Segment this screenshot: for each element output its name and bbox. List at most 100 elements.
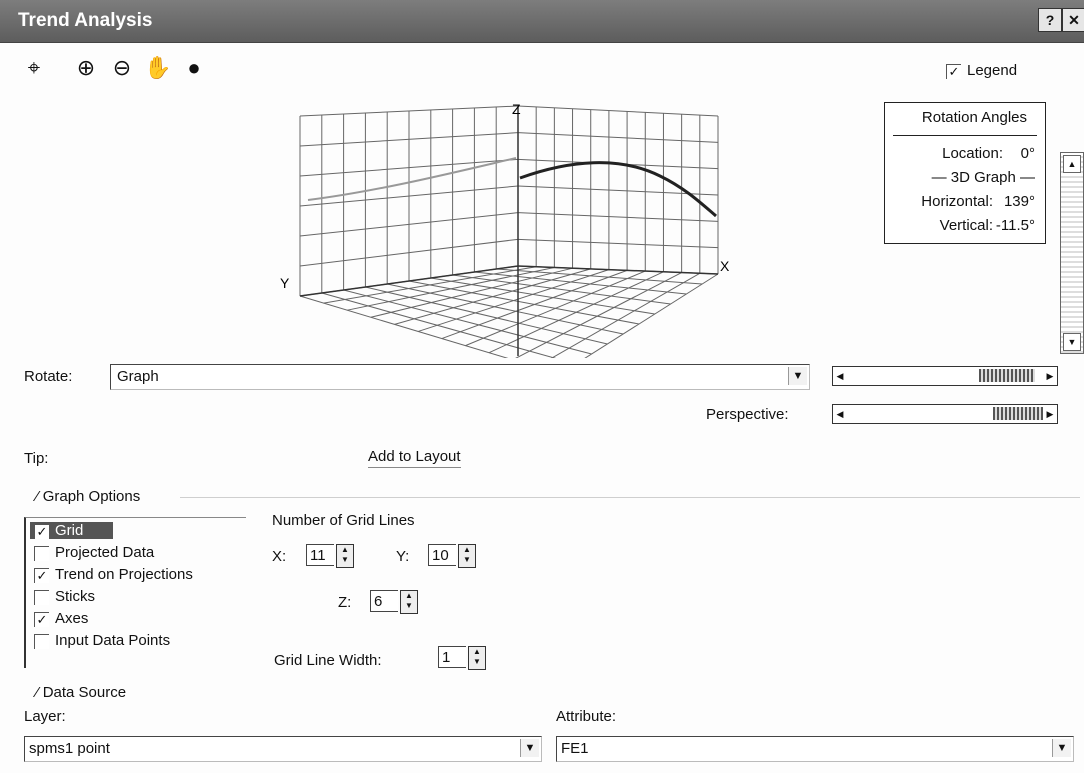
list-item-input-data-points[interactable]: Input Data Points xyxy=(34,632,170,649)
full-extent-globe-icon[interactable]: ● xyxy=(180,54,208,82)
grid-line xyxy=(517,238,719,249)
slider-left-icon[interactable]: ◀ xyxy=(833,405,847,423)
x-grid-value[interactable]: 11 xyxy=(306,544,334,566)
data-source-title: Data Source xyxy=(42,684,127,701)
layer-label: Layer: xyxy=(24,708,66,725)
stepper-arrows-icon[interactable]: ▲ ▼ xyxy=(468,646,486,670)
grid-line xyxy=(550,272,701,358)
stepper-arrows-icon[interactable]: ▲ ▼ xyxy=(458,544,476,568)
z-grid-label: Z: xyxy=(338,594,352,611)
list-item-label: Grid xyxy=(55,522,84,539)
grid-line-width-value[interactable]: 1 xyxy=(438,646,466,668)
collapse-icon: ⁄ xyxy=(36,684,43,701)
rotate-slider[interactable]: ◀ ▶ xyxy=(832,366,1058,386)
attribute-value: FE1 xyxy=(561,740,589,757)
projected-data-checkbox[interactable] xyxy=(34,545,49,561)
grid-line xyxy=(517,105,719,117)
z-grid-value[interactable]: 6 xyxy=(370,590,398,612)
graph-grid xyxy=(299,105,719,358)
rotation-angles-legend: Rotation Angles Location: 0° — 3D Graph … xyxy=(884,102,1046,244)
window-title: Trend Analysis xyxy=(18,10,153,31)
list-item-sticks[interactable]: Sticks xyxy=(34,588,95,605)
grid-line-width-stepper[interactable]: 1 ▲ ▼ xyxy=(438,646,486,670)
section-divider xyxy=(180,497,1080,498)
graph-options-title: Graph Options xyxy=(42,488,141,505)
graph-options-header[interactable]: ⁄ Graph Options xyxy=(36,488,140,505)
graph-options-list[interactable]: ✓ Grid Projected Data ✓ Trend on Projectio… xyxy=(24,517,246,668)
layer-value: spms1 point xyxy=(29,740,110,757)
list-item-label: Input Data Points xyxy=(55,632,171,649)
y-grid-label: Y: xyxy=(396,548,410,565)
vertical-label: Vertical: xyxy=(939,217,993,234)
legend-label: Legend xyxy=(967,62,1018,79)
horizontal-label: Horizontal: xyxy=(921,193,993,210)
vertical-value: -11.5° xyxy=(995,217,1035,234)
axis-label-y: Y xyxy=(280,275,290,291)
list-item-axes[interactable]: ✓ Axes xyxy=(34,610,88,627)
grid-checkbox[interactable]: ✓ xyxy=(34,523,49,539)
stepper-arrows-icon[interactable]: ▲ ▼ xyxy=(336,544,354,568)
sticks-checkbox[interactable] xyxy=(34,589,49,605)
grid-line xyxy=(517,212,719,222)
chevron-down-icon[interactable]: ▼ xyxy=(788,367,807,385)
slider-left-icon[interactable]: ◀ xyxy=(833,367,847,385)
trend-3d-graph[interactable]: Z Y X xyxy=(270,96,740,358)
scroll-down-icon[interactable]: ▼ xyxy=(1063,333,1081,351)
location-value: 0° xyxy=(1020,145,1035,162)
perspective-label: Perspective: xyxy=(706,406,789,423)
graph-toolbar: ⌖ ⊕ ⊖ ✋ ● xyxy=(20,44,230,92)
trend-on-projections-checkbox[interactable]: ✓ xyxy=(34,567,49,583)
rotate-slider-thumb[interactable] xyxy=(979,369,1035,382)
axis-label-z: Z xyxy=(512,101,521,117)
legend-divider xyxy=(893,135,1037,136)
rotate-dropdown[interactable]: Graph ▼ xyxy=(110,364,810,390)
stepper-arrows-icon[interactable]: ▲ ▼ xyxy=(400,590,418,614)
list-item-grid[interactable]: ✓ Grid xyxy=(30,522,114,539)
help-button[interactable]: ? xyxy=(1038,8,1062,32)
axes-checkbox[interactable]: ✓ xyxy=(34,611,49,627)
select-map-icon[interactable]: ⌖ xyxy=(20,54,48,82)
collapse-icon: ⁄ xyxy=(36,488,43,505)
trend-line-projection-right xyxy=(519,161,717,218)
graph-vertical-scrollbar[interactable]: ▲ ▼ xyxy=(1060,152,1084,354)
scroll-up-icon[interactable]: ▲ xyxy=(1063,155,1081,173)
list-item-label: Axes xyxy=(55,610,89,627)
rotation-angles-title: Rotation Angles xyxy=(921,109,1027,126)
close-button[interactable]: ✕ xyxy=(1062,8,1084,32)
grid-line xyxy=(387,283,624,335)
z-grid-stepper[interactable]: 6 ▲ ▼ xyxy=(370,590,418,614)
chevron-down-icon[interactable]: ▼ xyxy=(1052,739,1071,757)
x-grid-label: X: xyxy=(272,548,287,565)
data-source-header[interactable]: ⁄ Data Source xyxy=(36,684,126,701)
x-grid-stepper[interactable]: 11 ▲ ▼ xyxy=(306,544,354,568)
attribute-label: Attribute: xyxy=(556,708,617,725)
title-bar xyxy=(0,0,1084,43)
list-item-trend-on-projections[interactable]: ✓ Trend on Projections xyxy=(34,566,193,583)
grid-line xyxy=(517,132,719,143)
tip-label: Tip: xyxy=(24,450,49,467)
rotate-label: Rotate: xyxy=(24,368,73,385)
chevron-down-icon[interactable]: ▼ xyxy=(520,739,539,757)
add-to-layout-button[interactable]: Add to Layout xyxy=(368,448,461,468)
y-grid-value[interactable]: 10 xyxy=(428,544,456,566)
perspective-slider[interactable]: ◀ ▶ xyxy=(832,404,1058,424)
slider-right-icon[interactable]: ▶ xyxy=(1043,405,1057,423)
perspective-slider-thumb[interactable] xyxy=(993,407,1043,420)
zoom-in-icon[interactable]: ⊕ xyxy=(72,54,100,82)
attribute-dropdown[interactable]: FE1 ▼ xyxy=(556,736,1074,762)
slider-right-icon[interactable]: ▶ xyxy=(1043,367,1057,385)
pan-hand-icon[interactable]: ✋ xyxy=(144,54,172,82)
horizontal-value: 139° xyxy=(1003,193,1035,210)
input-data-points-checkbox[interactable] xyxy=(34,633,49,649)
grid-line xyxy=(496,268,703,285)
legend-toggle[interactable]: ✓ Legend xyxy=(946,62,1017,79)
y-grid-stepper[interactable]: 10 ▲ ▼ xyxy=(428,544,476,568)
list-item-projected-data[interactable]: Projected Data xyxy=(34,544,154,561)
location-label: Location: xyxy=(942,145,1003,162)
legend-checkbox[interactable]: ✓ xyxy=(946,63,961,79)
axis-label-x: X xyxy=(720,258,730,274)
layer-dropdown[interactable]: spms1 point ▼ xyxy=(24,736,542,762)
trend-line-projection-left xyxy=(307,157,517,201)
grid-line-width-label: Grid Line Width: xyxy=(274,652,382,669)
zoom-out-icon[interactable]: ⊖ xyxy=(108,54,136,82)
